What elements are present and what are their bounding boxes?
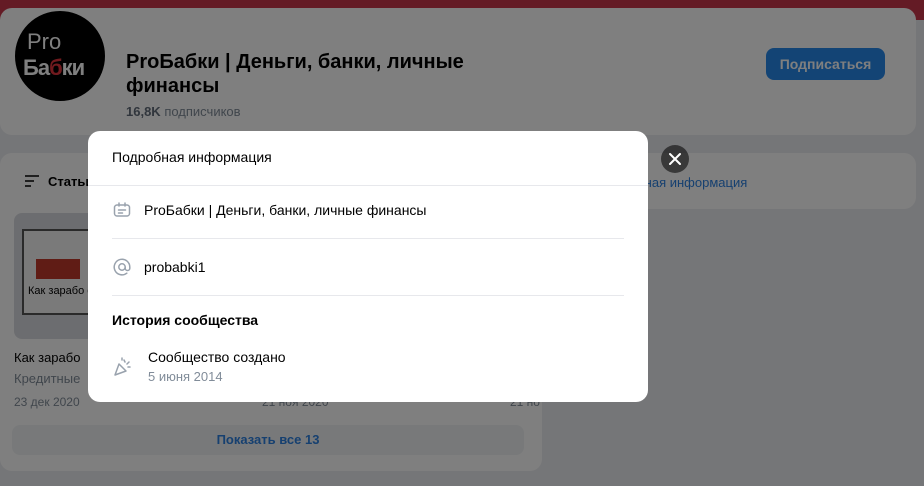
divider <box>112 295 624 296</box>
history-title: История сообщества <box>112 312 259 328</box>
group-name-text: ProБабки | Деньги, банки, личные финансы <box>144 202 427 218</box>
created-label: Сообщество создано <box>148 349 286 365</box>
party-popper-icon <box>114 357 131 376</box>
details-modal: Подробная информация ProБабки | Деньги, … <box>88 131 648 402</box>
close-button[interactable] <box>661 145 689 173</box>
divider <box>112 238 624 239</box>
at-sign-icon <box>113 258 131 276</box>
group-name-row: ProБабки | Деньги, банки, личные финансы <box>112 200 624 253</box>
created-date: 5 июня 2014 <box>148 369 223 384</box>
address-text[interactable]: probabki1 <box>144 259 206 275</box>
close-icon <box>669 153 681 165</box>
modal-title: Подробная информация <box>112 149 272 165</box>
modal-header: Подробная информация <box>88 131 648 186</box>
address-row: probabki1 <box>112 257 624 310</box>
info-card-icon <box>113 202 131 217</box>
